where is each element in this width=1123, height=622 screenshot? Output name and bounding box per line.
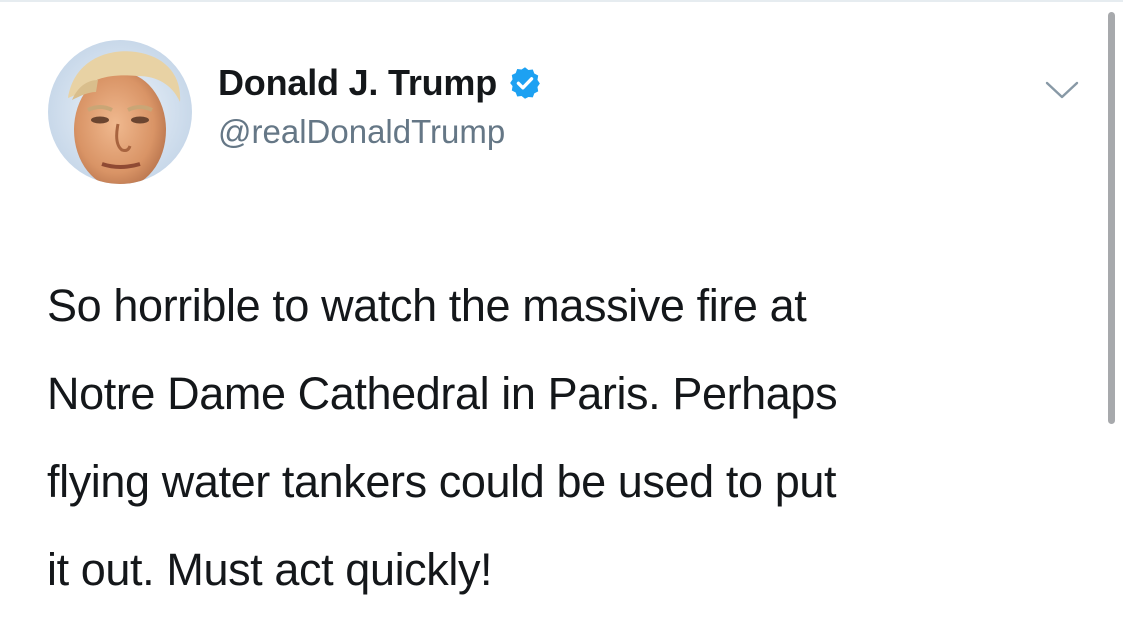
tweet-text: So horrible to watch the massive fire at…	[47, 262, 1097, 614]
tweet-text-line: So horrible to watch the massive fire at	[47, 280, 807, 331]
top-divider	[0, 0, 1123, 2]
author-row[interactable]: Donald J. Trump	[218, 63, 543, 103]
avatar-photo-icon	[48, 40, 192, 184]
tweet-text-line: it out. Must act quickly!	[47, 544, 493, 595]
author-name[interactable]: Donald J. Trump	[218, 63, 497, 103]
chevron-down-icon	[1045, 81, 1079, 99]
tweet-text-line: flying water tankers could be used to pu…	[47, 456, 837, 507]
avatar[interactable]	[48, 40, 192, 184]
verified-badge-icon	[507, 65, 543, 101]
tweet-menu-button[interactable]	[1042, 76, 1082, 104]
scrollbar[interactable]	[1108, 12, 1115, 424]
tweet-text-line: Notre Dame Cathedral in Paris. Perhaps	[47, 368, 838, 419]
author-handle[interactable]: @realDonaldTrump	[218, 112, 505, 152]
